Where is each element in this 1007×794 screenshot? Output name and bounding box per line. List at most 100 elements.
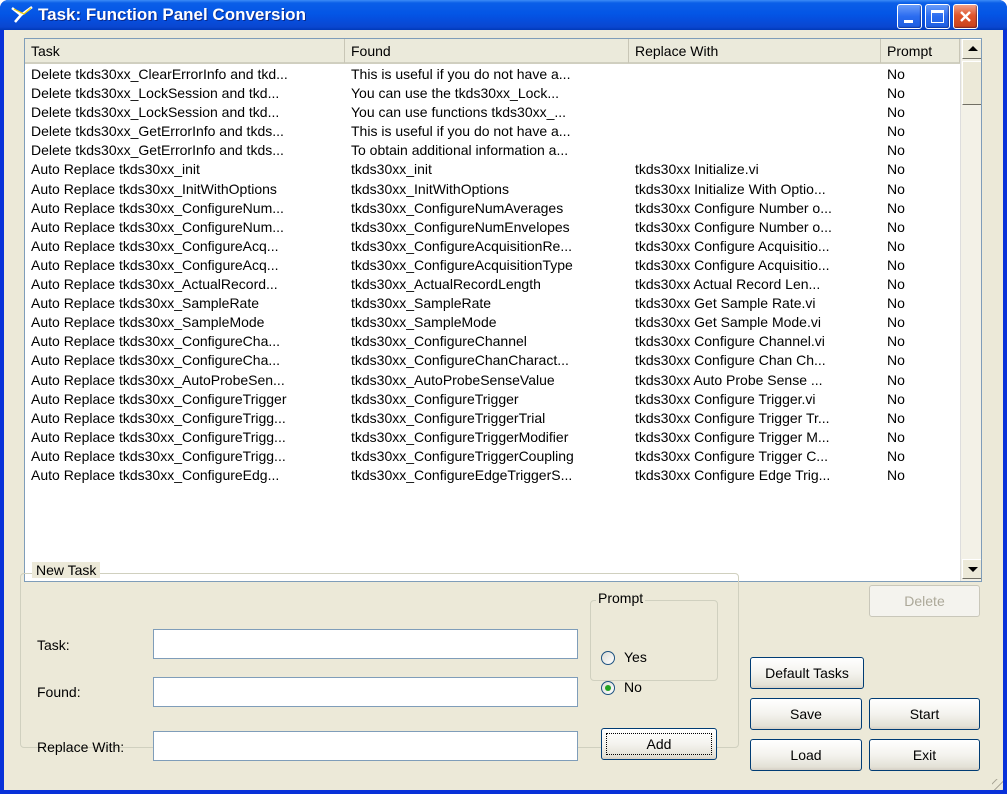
- table-row[interactable]: Auto Replace tkds30xx_ConfigureTrigg... t…: [25, 447, 960, 466]
- replace-with-input[interactable]: [153, 731, 578, 761]
- replace-with-cell: tkds30xx Configure Trigger.vi: [635, 390, 816, 407]
- task-list[interactable]: Task Found Replace With Prompt Delete tk…: [24, 38, 982, 582]
- table-row[interactable]: Delete tkds30xx_LockSession and tkd... Yo…: [25, 103, 960, 122]
- table-row[interactable]: Delete tkds30xx_GetErrorInfo and tkds...…: [25, 141, 960, 160]
- table-row[interactable]: Auto Replace tkds30xx_InitWithOptions tkd…: [25, 180, 960, 199]
- column-header-prompt[interactable]: Prompt: [881, 39, 960, 63]
- prompt-cell: No: [887, 161, 905, 178]
- add-button[interactable]: Add: [601, 728, 717, 760]
- replace-with-cell: tkds30xx Configure Acquisitio...: [635, 237, 830, 254]
- task-cell: Auto Replace tkds30xx_InitWithOptions: [31, 180, 277, 197]
- table-row[interactable]: Delete tkds30xx_LockSession and tkd... Yo…: [25, 84, 960, 103]
- table-row[interactable]: Auto Replace tkds30xx_AutoProbeSen... tkd…: [25, 371, 960, 390]
- replace-with-cell: [629, 65, 881, 84]
- table-row[interactable]: Auto Replace tkds30xx_init tkds30xx_init t…: [25, 160, 960, 179]
- found-cell: tkds30xx_ConfigureNumAverages: [351, 199, 564, 216]
- table-row[interactable]: Auto Replace tkds30xx_SampleRate tkds30xx…: [25, 294, 960, 313]
- task-cell: Auto Replace tkds30xx_ConfigureAcq...: [31, 256, 279, 273]
- maximize-button[interactable]: [925, 4, 950, 29]
- column-header-replace-with[interactable]: Replace With: [629, 39, 881, 63]
- prompt-cell: No: [887, 66, 905, 82]
- close-button[interactable]: [953, 4, 978, 29]
- found-cell: tkds30xx_ConfigureEdgeTriggerS...: [351, 466, 573, 483]
- task-cell: Auto Replace tkds30xx_SampleRate: [31, 295, 260, 312]
- found-label: Found:: [37, 684, 81, 700]
- prompt-no-label[interactable]: No: [624, 679, 642, 695]
- task-cell: Auto Replace tkds30xx_ConfigureTrigger: [31, 390, 287, 407]
- scroll-thumb[interactable]: [962, 61, 981, 105]
- prompt-cell: No: [887, 256, 905, 273]
- title-bar[interactable]: Task: Function Panel Conversion: [0, 0, 1007, 30]
- found-cell: tkds30xx_ConfigureAcquisitionType: [351, 256, 573, 273]
- found-cell: tkds30xx_ConfigureTriggerModifier: [351, 428, 569, 445]
- table-row[interactable]: Auto Replace tkds30xx_ConfigureNum... tkd…: [25, 218, 960, 237]
- scroll-down-button[interactable]: [962, 559, 981, 579]
- prompt-cell: No: [887, 85, 905, 102]
- table-row[interactable]: Auto Replace tkds30xx_ActualRecord... tkd…: [25, 275, 960, 294]
- replace-with-cell: [629, 141, 881, 160]
- prompt-yes-label[interactable]: Yes: [624, 649, 647, 665]
- prompt-cell: No: [887, 237, 905, 254]
- found-cell: tkds30xx_SampleMode: [351, 314, 497, 331]
- task-cell: Delete tkds30xx_GetErrorInfo and tkds...: [31, 142, 284, 159]
- table-row[interactable]: Delete tkds30xx_ClearErrorInfo and tkd..…: [25, 65, 960, 84]
- scroll-up-button[interactable]: [962, 39, 981, 59]
- delete-button[interactable]: Delete: [869, 585, 980, 617]
- table-row[interactable]: Delete tkds30xx_GetErrorInfo and tkds...…: [25, 122, 960, 141]
- found-cell: You can use functions tkds30xx_...: [351, 104, 567, 121]
- column-header-found[interactable]: Found: [345, 39, 629, 63]
- replace-with-cell: tkds30xx Configure Number o...: [635, 199, 832, 216]
- table-row[interactable]: Auto Replace tkds30xx_ConfigureCha... tkd…: [25, 332, 960, 351]
- task-input[interactable]: [153, 629, 578, 659]
- prompt-cell: No: [887, 123, 905, 140]
- exit-button[interactable]: Exit: [869, 739, 980, 771]
- minimize-button[interactable]: [897, 4, 922, 29]
- column-header-task[interactable]: Task: [25, 39, 345, 63]
- table-row[interactable]: Auto Replace tkds30xx_SampleMode tkds30xx…: [25, 313, 960, 332]
- vertical-scrollbar[interactable]: [960, 39, 981, 581]
- maximize-icon: [931, 10, 944, 23]
- prompt-cell: No: [887, 371, 905, 388]
- task-cell: Auto Replace tkds30xx_ConfigureNum...: [31, 199, 284, 216]
- close-icon: [960, 11, 971, 22]
- prompt-cell: No: [887, 390, 905, 407]
- replace-with-cell: [629, 84, 881, 103]
- replace-with-cell: tkds30xx Configure Acquisitio...: [635, 256, 830, 273]
- prompt-cell: No: [887, 466, 905, 483]
- default-tasks-button[interactable]: Default Tasks: [750, 657, 864, 689]
- table-row[interactable]: Auto Replace tkds30xx_ConfigureAcq... tkd…: [25, 256, 960, 275]
- save-button[interactable]: Save: [750, 698, 862, 730]
- table-row[interactable]: Auto Replace tkds30xx_ConfigureTrigg... t…: [25, 428, 960, 447]
- prompt-no-radio[interactable]: [601, 681, 615, 695]
- list-rows: Delete tkds30xx_ClearErrorInfo and tkd..…: [25, 65, 960, 581]
- found-input[interactable]: [153, 677, 578, 707]
- found-cell: This is useful if you do not have a...: [351, 123, 571, 140]
- found-cell: tkds30xx_init: [351, 161, 432, 178]
- task-cell: Auto Replace tkds30xx_ConfigureTrigg...: [31, 409, 286, 426]
- replace-with-label: Replace With:: [37, 739, 125, 755]
- table-row[interactable]: Auto Replace tkds30xx_ConfigureCha... tkd…: [25, 351, 960, 370]
- arrow-down-icon: [968, 567, 978, 572]
- task-cell: Auto Replace tkds30xx_ConfigureTrigg...: [31, 428, 286, 445]
- new-task-group-label: New Task: [32, 562, 101, 578]
- task-cell: Auto Replace tkds30xx_ConfigureCha...: [31, 333, 281, 350]
- minimize-icon: [904, 20, 913, 23]
- replace-with-cell: tkds30xx Get Sample Mode.vi: [635, 314, 821, 331]
- found-cell: To obtain additional information a...: [351, 142, 569, 159]
- task-cell: Delete tkds30xx_LockSession and tkd...: [31, 85, 280, 102]
- prompt-yes-radio[interactable]: [601, 651, 615, 665]
- task-label: Task:: [37, 637, 70, 653]
- table-row[interactable]: Auto Replace tkds30xx_ConfigureTrigg... t…: [25, 409, 960, 428]
- replace-with-cell: tkds30xx Initialize With Optio...: [635, 180, 826, 197]
- prompt-cell: No: [887, 104, 905, 121]
- prompt-cell: No: [887, 295, 905, 312]
- found-cell: tkds30xx_ConfigureChannel: [351, 333, 527, 350]
- load-button[interactable]: Load: [750, 739, 862, 771]
- table-row[interactable]: Auto Replace tkds30xx_ConfigureNum... tkd…: [25, 199, 960, 218]
- found-cell: tkds30xx_ConfigureTriggerTrial: [351, 409, 546, 426]
- radio-selected-dot: [605, 685, 611, 691]
- start-button[interactable]: Start: [869, 698, 980, 730]
- table-row[interactable]: Auto Replace tkds30xx_ConfigureTrigger tk…: [25, 390, 960, 409]
- table-row[interactable]: Auto Replace tkds30xx_ConfigureAcq... tkd…: [25, 237, 960, 256]
- table-row[interactable]: Auto Replace tkds30xx_ConfigureEdg... tkd…: [25, 466, 960, 485]
